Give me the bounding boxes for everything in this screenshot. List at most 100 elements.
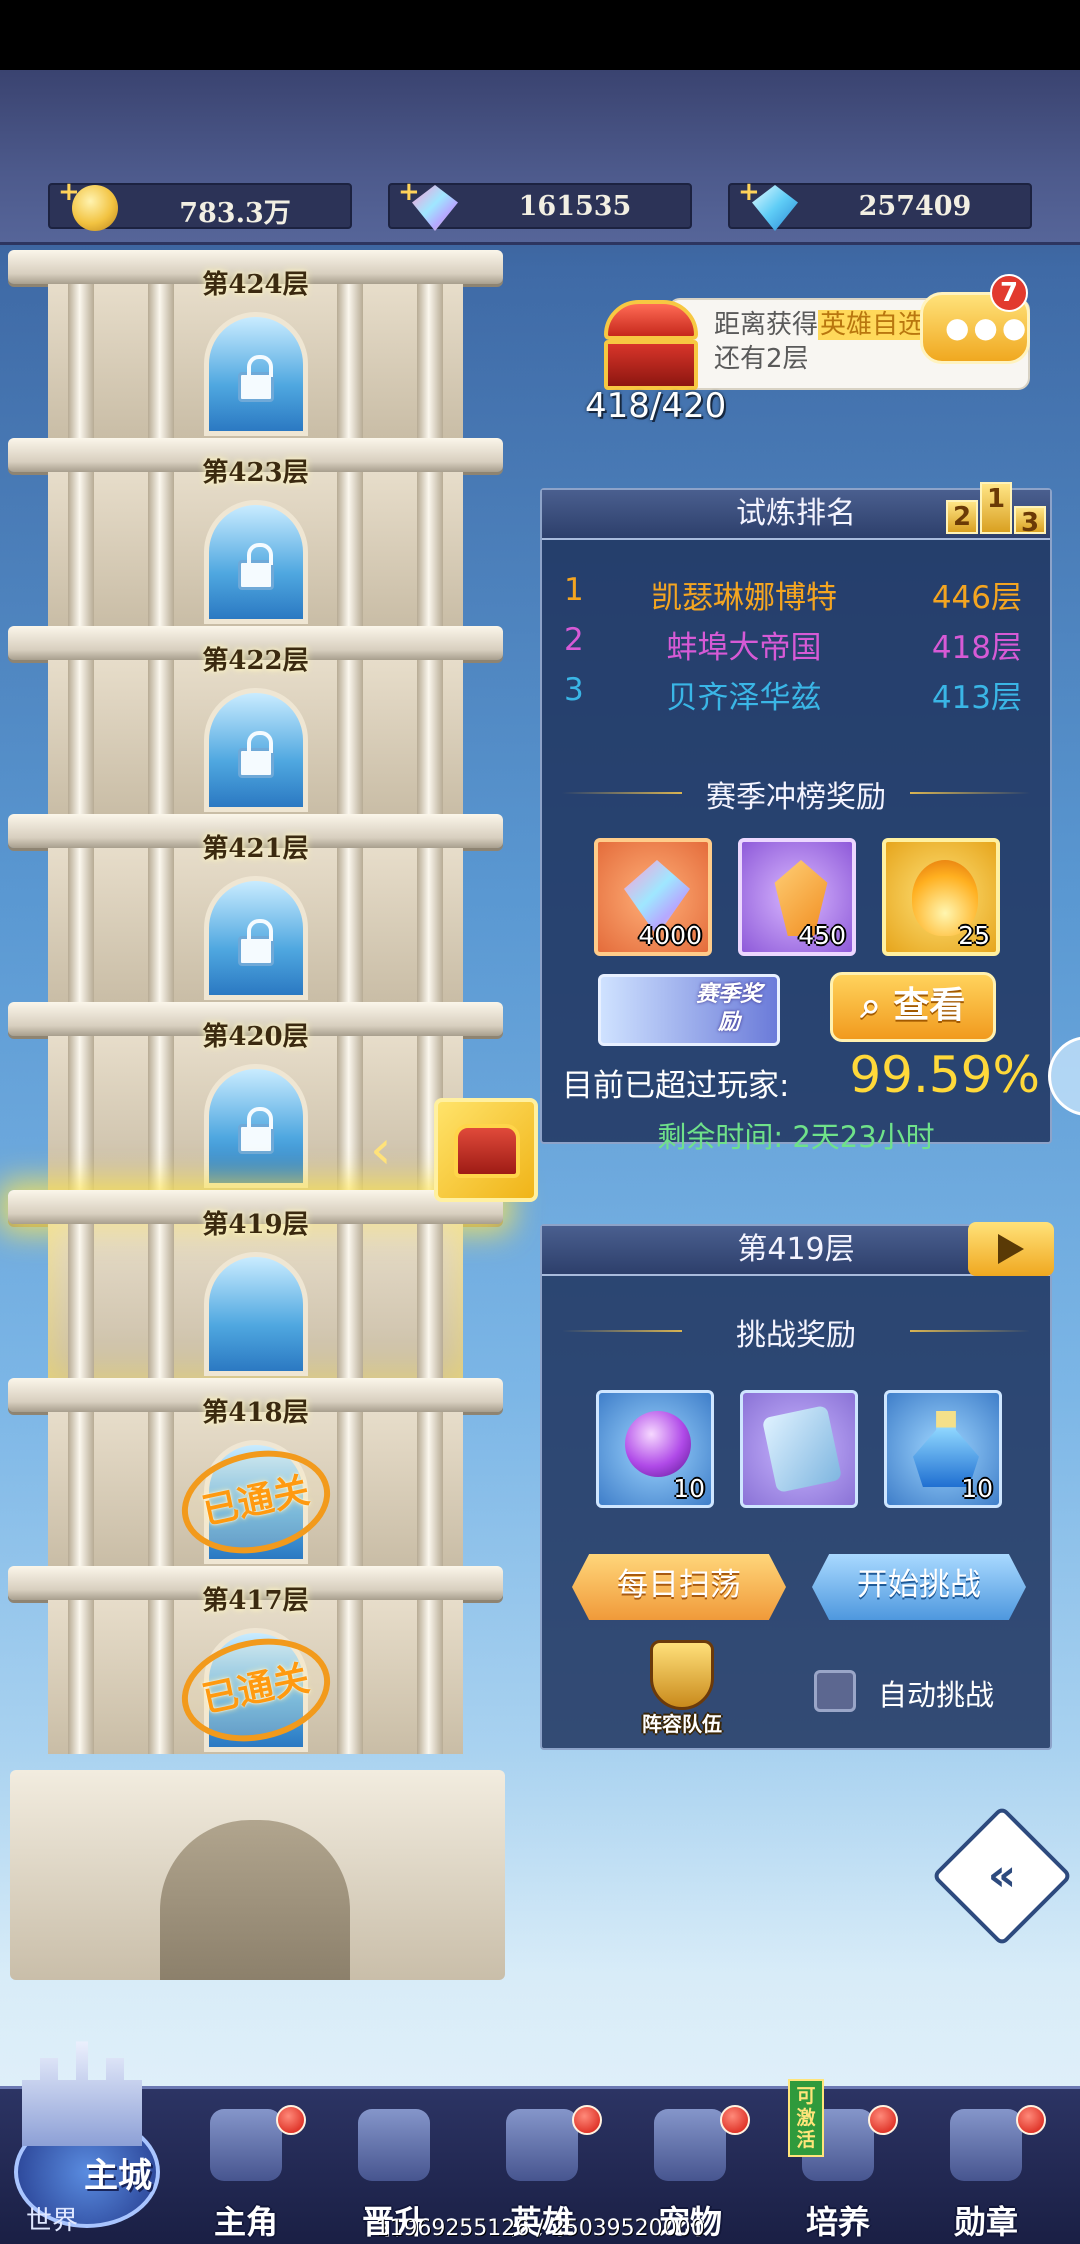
floor-419[interactable]: 第419层 bbox=[8, 1190, 503, 1378]
treasure-chest-icon bbox=[454, 1124, 520, 1178]
column bbox=[337, 1036, 363, 1190]
chevron-left-icon: ‹ bbox=[370, 1118, 392, 1181]
rank-floor: 413层 bbox=[931, 680, 1022, 716]
rank-row[interactable]: 1 凯瑟琳娜博特 446层 bbox=[564, 572, 1030, 616]
floor-label: 第419层 bbox=[202, 1210, 309, 1240]
lock-icon bbox=[237, 731, 274, 778]
column bbox=[417, 660, 443, 814]
magnifier-icon: ⌕ bbox=[860, 985, 894, 1026]
chest-lid bbox=[604, 300, 698, 340]
rank-row[interactable]: 2 蚌埠大帝国 418层 bbox=[564, 622, 1030, 666]
reward-item[interactable] bbox=[740, 1390, 858, 1508]
floor-detail-panel: 第419层 挑战奖励 10 10 每日扫荡 开始挑战 阵容队伍 自动挑战 bbox=[540, 1222, 1054, 1750]
chat-badge: 7 bbox=[990, 274, 1028, 312]
treasure-chest-icon[interactable] bbox=[596, 294, 706, 394]
floor-label: 第422层 bbox=[202, 646, 309, 676]
floor-418[interactable]: 已通关 第418层 bbox=[8, 1378, 503, 1567]
lock-icon bbox=[237, 543, 274, 590]
notification-dot bbox=[572, 2105, 602, 2135]
crystal-resource[interactable]: + 257409 bbox=[728, 177, 1032, 231]
rank-name: 贝齐泽华兹 bbox=[666, 680, 822, 716]
reward-count: 4000 bbox=[638, 921, 702, 950]
floor-label: 第418层 bbox=[202, 1398, 309, 1428]
column bbox=[148, 1412, 174, 1566]
column bbox=[68, 284, 94, 438]
column bbox=[148, 1036, 174, 1190]
column bbox=[68, 1036, 94, 1190]
podium-icon[interactable]: 2 1 3 bbox=[946, 476, 1046, 538]
lock-icon bbox=[237, 919, 274, 966]
tower-base bbox=[10, 1770, 505, 1980]
floor-424[interactable]: 第424层 bbox=[8, 250, 503, 438]
auto-challenge-label: 自动挑战 bbox=[878, 1678, 995, 1712]
podium-2: 2 bbox=[946, 500, 978, 534]
notification-dot bbox=[720, 2105, 750, 2135]
floor-420[interactable]: 第420层 bbox=[8, 1002, 503, 1190]
main-city-button[interactable]: 主城 世界 bbox=[0, 2036, 170, 2244]
lock-icon bbox=[237, 355, 274, 402]
floor-422[interactable]: 第422层 bbox=[8, 626, 503, 814]
floor-label: 第421层 bbox=[202, 834, 309, 864]
floor-label: 第424层 bbox=[202, 270, 309, 300]
floor-423[interactable]: 第423层 bbox=[8, 438, 503, 626]
challenge-reward-title: 挑战奖励 bbox=[542, 1310, 1050, 1353]
activatable-tag: 可激活 bbox=[788, 2079, 824, 2157]
floor-421[interactable]: 第421层 bbox=[8, 814, 503, 1002]
bubble-prefix: 距离获得 bbox=[714, 310, 819, 340]
ranking-panel: 试炼排名 2 1 3 1 凯瑟琳娜博特 446层 2 蚌埠大帝国 418层 3 … bbox=[540, 482, 1052, 1154]
castle-icon bbox=[22, 2041, 142, 2146]
column bbox=[148, 284, 174, 438]
column bbox=[417, 472, 443, 626]
team-lineup-button[interactable]: 阵容队伍 bbox=[632, 1640, 732, 1736]
chat-bubble-icon: ●●● bbox=[945, 311, 1031, 344]
reward-item[interactable]: 450 bbox=[738, 838, 856, 956]
season-reward-badge[interactable]: 赛季奖励 bbox=[598, 974, 780, 1046]
start-challenge-button[interactable]: 开始挑战 bbox=[812, 1554, 1026, 1620]
rank-number: 1 bbox=[564, 572, 584, 608]
column bbox=[337, 472, 363, 626]
auto-challenge-checkbox[interactable] bbox=[814, 1670, 856, 1712]
tower-gate bbox=[160, 1820, 350, 1980]
return-button[interactable]: « bbox=[931, 1805, 1073, 1947]
bubble-suffix: 还有2层 bbox=[714, 344, 809, 374]
lock-icon bbox=[237, 1107, 274, 1154]
status-bar bbox=[0, 0, 1080, 70]
rank-row[interactable]: 3 贝齐泽华兹 413层 bbox=[564, 672, 1030, 716]
floor-label: 第423层 bbox=[202, 458, 309, 488]
diamond-resource[interactable]: + 161535 bbox=[388, 177, 692, 231]
floor-label: 第417层 bbox=[202, 1586, 309, 1616]
reward-item[interactable]: 10 bbox=[884, 1390, 1002, 1508]
floor-label: 第420层 bbox=[202, 1022, 309, 1052]
column bbox=[148, 472, 174, 626]
exceed-value: 99.59% bbox=[849, 1046, 1040, 1104]
rank-floor: 446层 bbox=[931, 580, 1022, 616]
column bbox=[148, 1600, 174, 1754]
reward-item[interactable]: 25 bbox=[882, 838, 1000, 956]
column bbox=[417, 1600, 443, 1754]
side-drawer-button[interactable] bbox=[1048, 1036, 1080, 1116]
column bbox=[337, 1224, 363, 1378]
floor-420-chest-button[interactable] bbox=[434, 1098, 538, 1202]
floor-417[interactable]: 已通关 第417层 bbox=[8, 1566, 503, 1755]
column bbox=[68, 1412, 94, 1566]
view-button[interactable]: ⌕ 查看 bbox=[830, 972, 996, 1042]
reward-item[interactable]: 4000 bbox=[594, 838, 712, 956]
rank-name: 凯瑟琳娜博特 bbox=[651, 580, 837, 616]
daily-sweep-button[interactable]: 每日扫荡 bbox=[572, 1554, 786, 1620]
helmet-icon bbox=[506, 2109, 578, 2181]
rank-floor: 418层 bbox=[931, 630, 1022, 666]
season-badge-label: 赛季奖励 bbox=[695, 982, 762, 1035]
column bbox=[68, 1600, 94, 1754]
footer-stat: 11969255126 / 25039520000 bbox=[375, 2216, 705, 2241]
reward-item[interactable]: 10 bbox=[596, 1390, 714, 1508]
podium-1: 1 bbox=[980, 482, 1012, 534]
notification-dot bbox=[1016, 2105, 1046, 2135]
video-play-button[interactable] bbox=[968, 1222, 1054, 1276]
star-shield-icon bbox=[650, 1640, 714, 1710]
notification-dot bbox=[276, 2105, 306, 2135]
blue-card-icon bbox=[761, 1404, 843, 1494]
gold-resource[interactable]: + 783.3万 bbox=[48, 177, 352, 231]
crystal-value: 257409 bbox=[858, 191, 972, 222]
column bbox=[337, 660, 363, 814]
column bbox=[68, 848, 94, 1002]
